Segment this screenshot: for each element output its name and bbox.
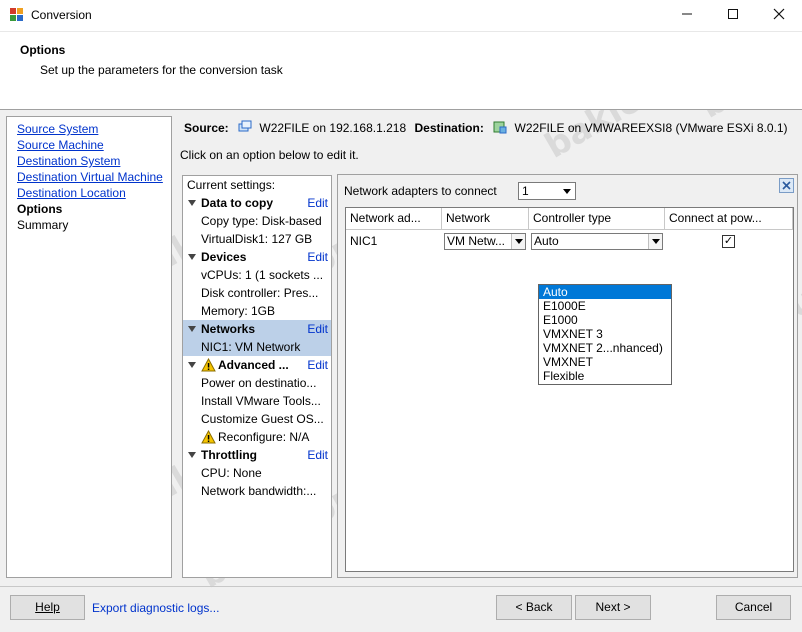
title-bar: Conversion: [0, 0, 802, 32]
page-title: Options: [20, 43, 66, 57]
esxi-host-icon: [493, 120, 507, 137]
close-icon: [773, 8, 785, 20]
settings-line: Install VMware Tools...: [201, 394, 321, 408]
dropdown-option-auto[interactable]: Auto: [539, 285, 671, 299]
destination-value: W22FILE on VMWAREEXSI8 (VMware ESXi 8.0.…: [514, 121, 788, 135]
controller-type-dropdown: Auto E1000E E1000 VMXNET 3 VMXNET 2...nh…: [538, 284, 672, 385]
edit-link[interactable]: Edit: [307, 194, 328, 212]
source-destination-summary: Source: W22FILE on 192.168.1.218 Destina…: [184, 120, 788, 137]
connect-at-power-on-checkbox[interactable]: ✓: [722, 235, 735, 248]
dropdown-option-vmxnet2-enhanced[interactable]: VMXNET 2...nhanced): [539, 341, 671, 355]
adapter-cell: NIC1: [350, 234, 378, 248]
close-icon: [782, 181, 791, 190]
column-header-connect-at-power-on[interactable]: Connect at pow...: [665, 208, 793, 230]
settings-line: Customize Guest OS...: [201, 412, 324, 426]
dropdown-option-vmxnet[interactable]: VMXNET: [539, 355, 671, 369]
converter-app-icon: [10, 8, 24, 22]
settings-line: Reconfigure: N/A: [183, 428, 331, 446]
nav-source-machine[interactable]: Source Machine: [17, 138, 104, 152]
settings-line: Network bandwidth:...: [201, 484, 317, 498]
back-button[interactable]: < Back: [496, 595, 572, 620]
dropdown-option-flexible[interactable]: Flexible: [539, 369, 671, 383]
nav-summary: Summary: [17, 218, 69, 232]
source-value: W22FILE on 192.168.1.218: [259, 121, 407, 135]
settings-data-to-copy[interactable]: Data to copy Edit: [183, 194, 331, 212]
adapters-to-connect-label: Network adapters to connect: [344, 184, 497, 198]
collapse-arrow-icon: [188, 362, 196, 368]
edit-link[interactable]: Edit: [307, 356, 328, 374]
collapse-arrow-icon: [188, 452, 196, 458]
network-combo[interactable]: VM Netw...: [444, 233, 526, 250]
edit-hint: Click on an option below to edit it.: [180, 148, 359, 162]
settings-devices[interactable]: Devices Edit: [183, 248, 331, 266]
dropdown-option-e1000e[interactable]: E1000E: [539, 299, 671, 313]
dropdown-option-e1000[interactable]: E1000: [539, 313, 671, 327]
settings-line: NIC1: VM Network: [183, 338, 331, 356]
nav-options: Options: [17, 202, 63, 216]
warning-icon: [201, 430, 216, 444]
collapse-arrow-icon: [188, 200, 196, 206]
settings-line: Disk controller: Pres...: [201, 286, 319, 300]
window-title: Conversion: [31, 8, 92, 22]
settings-line: Power on destinatio...: [201, 376, 317, 390]
dropdown-option-vmxnet3[interactable]: VMXNET 3: [539, 327, 671, 341]
collapse-arrow-icon: [188, 326, 196, 332]
column-header-controller-type[interactable]: Controller type: [529, 208, 665, 230]
destination-label: Destination:: [414, 121, 484, 135]
settings-networks[interactable]: Networks Edit: [183, 320, 331, 338]
wizard-header: Options Set up the parameters for the co…: [0, 32, 802, 110]
network-settings-panel: Network adapters to connect 1 Network ad…: [337, 174, 798, 578]
panel-close-button[interactable]: [779, 178, 794, 193]
footer-divider: [0, 586, 802, 587]
minimize-icon: [682, 13, 692, 15]
minimize-button[interactable]: [664, 0, 710, 32]
nav-destination-system[interactable]: Destination System: [17, 154, 120, 168]
edit-link[interactable]: Edit: [307, 320, 328, 338]
maximize-button[interactable]: [710, 0, 756, 32]
settings-line: VirtualDisk1: 127 GB: [201, 232, 313, 246]
warning-icon: [201, 358, 216, 372]
adapters-to-connect-select[interactable]: 1: [518, 182, 576, 200]
close-button[interactable]: [756, 0, 802, 32]
current-settings-list: Current settings: Data to copy Edit Copy…: [182, 175, 332, 578]
edit-link[interactable]: Edit: [307, 446, 328, 464]
maximize-icon: [728, 9, 738, 19]
chevron-down-icon: [563, 189, 571, 194]
collapse-arrow-icon: [188, 254, 196, 260]
physical-machine-icon: [238, 120, 252, 137]
network-adapters-table: Network ad... Network Controller type Co…: [345, 207, 794, 572]
nav-destination-virtual-machine[interactable]: Destination Virtual Machine: [17, 170, 163, 184]
settings-line: Memory: 1GB: [201, 304, 276, 318]
controller-type-combo[interactable]: Auto: [531, 233, 663, 250]
chevron-down-icon: [648, 234, 662, 249]
export-diagnostic-logs-link[interactable]: Export diagnostic logs...: [92, 601, 219, 615]
next-button[interactable]: Next >: [575, 595, 651, 620]
settings-line: vCPUs: 1 (1 sockets ...: [201, 268, 324, 282]
column-header-adapter[interactable]: Network ad...: [346, 208, 442, 230]
wizard-steps: Source System Source Machine Destination…: [6, 116, 172, 578]
edit-link[interactable]: Edit: [307, 248, 328, 266]
source-label: Source:: [184, 121, 229, 135]
nav-destination-location[interactable]: Destination Location: [17, 186, 126, 200]
settings-heading: Current settings:: [187, 178, 276, 192]
page-subtitle: Set up the parameters for the conversion…: [40, 63, 283, 77]
column-header-network[interactable]: Network: [442, 208, 529, 230]
settings-line: CPU: None: [201, 466, 262, 480]
settings-line: Copy type: Disk-based: [201, 214, 322, 228]
settings-advanced[interactable]: Advanced ... Edit: [183, 356, 331, 374]
cancel-button[interactable]: Cancel: [716, 595, 791, 620]
settings-throttling[interactable]: Throttling Edit: [183, 446, 331, 464]
help-button[interactable]: Help: [10, 595, 85, 620]
chevron-down-icon: [511, 234, 525, 249]
nav-source-system[interactable]: Source System: [17, 122, 98, 136]
